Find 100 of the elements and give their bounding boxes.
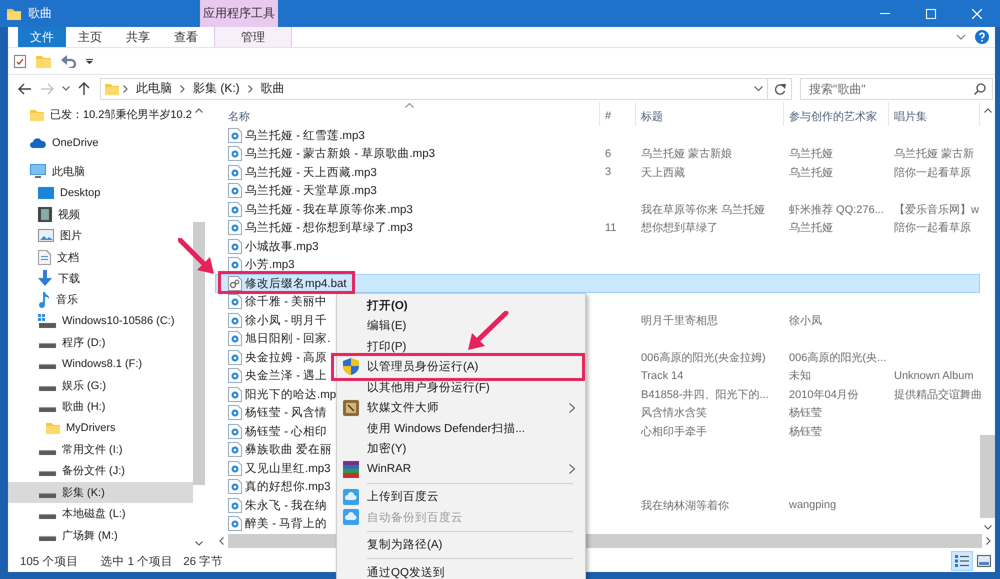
recent-locations-button[interactable] (60, 84, 72, 93)
breadcrumb[interactable]: 此电脑 (132, 80, 176, 97)
selected-row[interactable] (215, 274, 980, 292)
audio-file-icon (228, 257, 242, 272)
view-button[interactable] (951, 551, 973, 571)
customize-button[interactable] (84, 56, 95, 66)
table-cell: Unknown Album (894, 370, 974, 382)
audio-file-icon (228, 312, 242, 328)
nav-item[interactable]: 程序 (D:) (8, 332, 193, 354)
ribbon-tab[interactable]: 查看 (162, 27, 210, 47)
scroll-up-icon[interactable] (984, 108, 992, 113)
ribbon-tab[interactable]: 共享 (114, 27, 162, 47)
nav-item[interactable]: 已发：10.2邹秉伦男半岁10.2 (8, 104, 193, 126)
nav-item[interactable]: 本地磁盘 (L:) (8, 503, 193, 524)
nav-item[interactable]: Windows8.1 (F:) (8, 353, 193, 375)
scroll-up-icon[interactable] (195, 108, 203, 113)
nav-item[interactable]: MyDrivers (8, 417, 193, 439)
column-header[interactable]: 唱片集 (889, 102, 980, 126)
picture-icon (38, 229, 54, 242)
scrollbar-thumb[interactable] (193, 222, 205, 485)
file-name: 乌兰托娅 - 我在草原等你来.mp3 (245, 202, 413, 217)
properties-button[interactable] (12, 52, 28, 70)
menu-item[interactable]: 加密(Y) (337, 438, 585, 459)
file-name: 乌兰托娅 - 天上西藏.mp3 (245, 166, 377, 180)
nav-item[interactable]: 娱乐 (G:) (8, 374, 193, 396)
nav-item[interactable]: 备份文件 (J:) (8, 460, 193, 482)
menu-item[interactable]: 以其他用户身份运行(F) (337, 377, 585, 398)
file-name: 醉美 - 马背上的 (245, 516, 328, 532)
menu-item[interactable]: 上传到百度云 (337, 486, 585, 507)
column-header[interactable]: 名称 (215, 102, 600, 126)
nav-item[interactable]: 此电脑 (8, 160, 193, 182)
nav-item[interactable]: 影集 (K:) (8, 482, 193, 504)
audio-file-icon (228, 202, 242, 217)
drive-icon (39, 407, 56, 412)
nav-item[interactable]: Desktop (8, 182, 193, 204)
breadcrumb[interactable]: 歌曲 (256, 80, 289, 97)
menu-item[interactable]: 使用 Windows Defender扫描... (337, 418, 585, 438)
ribbon-tab[interactable]: 主页 (66, 27, 114, 47)
nav-item[interactable]: 视频 (8, 204, 193, 225)
up-button[interactable] (76, 80, 92, 98)
audio-file-icon (228, 350, 242, 365)
help-icon[interactable] (975, 30, 989, 44)
menu-item[interactable]: 软媒文件大师 (337, 398, 585, 418)
nav-item[interactable]: 图片 (8, 224, 193, 246)
table-cell: Track 14 (641, 370, 684, 382)
cloud-upload-icon (343, 509, 359, 526)
back-button[interactable] (16, 80, 34, 96)
chevron-down-icon[interactable] (754, 86, 763, 91)
nav-item[interactable]: 文档 (8, 246, 193, 268)
audio-file-icon (228, 460, 242, 476)
menu-item[interactable]: WinRAR (337, 459, 585, 480)
search-field[interactable]: 搜索"歌曲" (800, 78, 993, 100)
menu-item[interactable]: 打开(O) (337, 295, 585, 316)
computer-icon (30, 164, 46, 179)
scroll-down-icon[interactable] (984, 525, 992, 530)
nav-item[interactable]: 音乐 (8, 289, 193, 311)
menu-item[interactable]: 编辑(E) (337, 316, 585, 336)
ribbon-tab[interactable]: 文件 (18, 27, 66, 47)
menu-item[interactable]: 通过QQ发送到 (337, 562, 585, 579)
folder-icon (46, 421, 60, 436)
table-cell-text: 【爱乐音乐网】w (894, 202, 979, 217)
menu-item[interactable]: 以管理员身份运行(A) (337, 356, 585, 377)
address-bar[interactable]: 此电脑 影集 (K:) 歌曲 (100, 78, 768, 100)
table-cell-text: 天上西藏 (641, 166, 685, 180)
menu-item[interactable]: 复制为路径(A) (337, 534, 585, 555)
download-icon (38, 270, 52, 286)
nav-item[interactable]: 歌曲 (H:) (8, 396, 193, 418)
audio-file-icon (228, 368, 242, 384)
scroll-right-icon[interactable] (986, 537, 991, 545)
nav-item[interactable]: Windows10-10586 (C:) (8, 310, 193, 332)
scroll-down-icon[interactable] (195, 541, 203, 546)
audio-file-icon (228, 405, 242, 420)
system-drive-icon (38, 314, 56, 328)
audio-file-icon (228, 183, 242, 198)
table-cell-text: 提供精品交谊舞曲 (894, 388, 982, 402)
table-cell-text: 乌兰托娅 蒙古新娘 (641, 146, 732, 162)
refresh-button[interactable] (768, 78, 792, 100)
column-header[interactable]: 标题 (636, 102, 784, 126)
annotation-arrow (178, 238, 216, 276)
file-name: 杨钰莹 - 心相印 (245, 424, 328, 439)
ribbon-tab[interactable]: 管理 (214, 27, 292, 47)
undo-button[interactable] (59, 52, 78, 70)
table-cell-text: 想你想到草绿了 (641, 220, 718, 236)
column-header[interactable]: 参与创作的艺术家 (784, 102, 889, 126)
nav-item[interactable]: 常用文件 (I:) (8, 438, 193, 460)
column-header[interactable]: # (600, 102, 636, 126)
nav-item[interactable]: 广场舞 (M:) (8, 524, 193, 546)
nav-item[interactable]: 下载 (8, 268, 193, 290)
up-arrow-icon (78, 82, 90, 96)
breadcrumb[interactable]: 影集 (K:) (189, 80, 244, 97)
film-icon (38, 206, 52, 222)
table-cell-text: 风含情水含笑 (641, 406, 707, 420)
scrollbar-thumb[interactable] (980, 435, 995, 518)
scroll-left-icon[interactable] (219, 537, 224, 545)
app-icon (343, 400, 359, 416)
window-title: 歌曲 (28, 5, 52, 22)
refresh-icon (774, 82, 786, 94)
menu-item[interactable]: 打印(P) (337, 336, 585, 356)
nav-item[interactable]: OneDrive (8, 132, 193, 154)
chevron-down-icon[interactable] (956, 34, 966, 40)
